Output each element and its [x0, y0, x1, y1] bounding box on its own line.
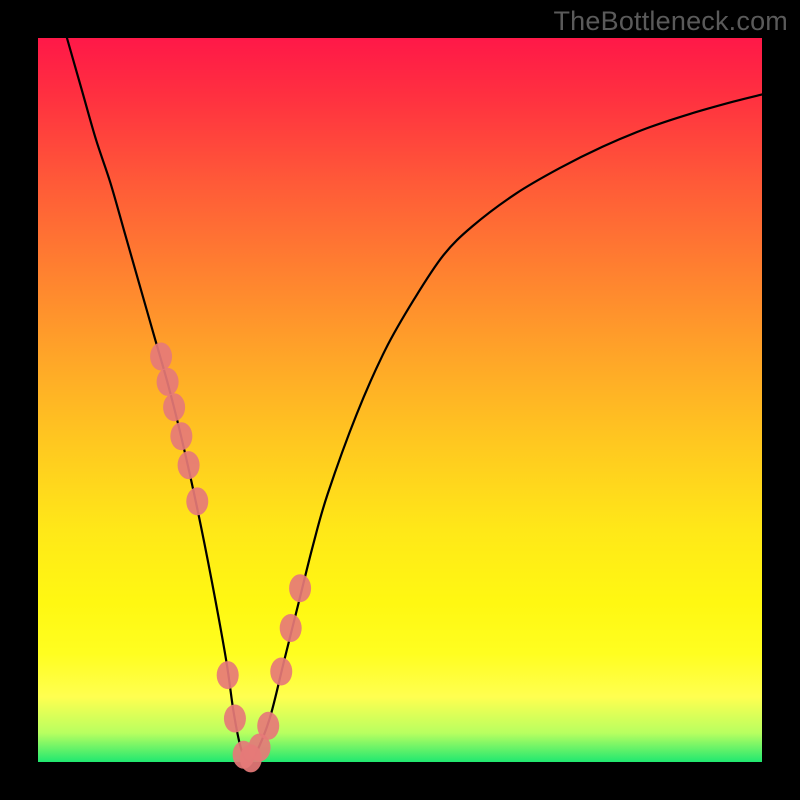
highlight-marker [178, 451, 200, 479]
highlight-marker [186, 487, 208, 515]
chart-svg [38, 38, 762, 762]
highlight-marker [289, 574, 311, 602]
highlight-marker [224, 705, 246, 733]
highlight-markers [150, 343, 311, 773]
highlight-marker [157, 368, 179, 396]
highlight-marker [280, 614, 302, 642]
highlight-marker [163, 393, 185, 421]
highlight-marker [170, 422, 192, 450]
highlight-marker [150, 343, 172, 371]
watermark-text: TheBottleneck.com [553, 6, 788, 37]
plot-area [38, 38, 762, 762]
highlight-marker [257, 712, 279, 740]
highlight-marker [217, 661, 239, 689]
chart-container: TheBottleneck.com [0, 0, 800, 800]
highlight-marker [270, 658, 292, 686]
